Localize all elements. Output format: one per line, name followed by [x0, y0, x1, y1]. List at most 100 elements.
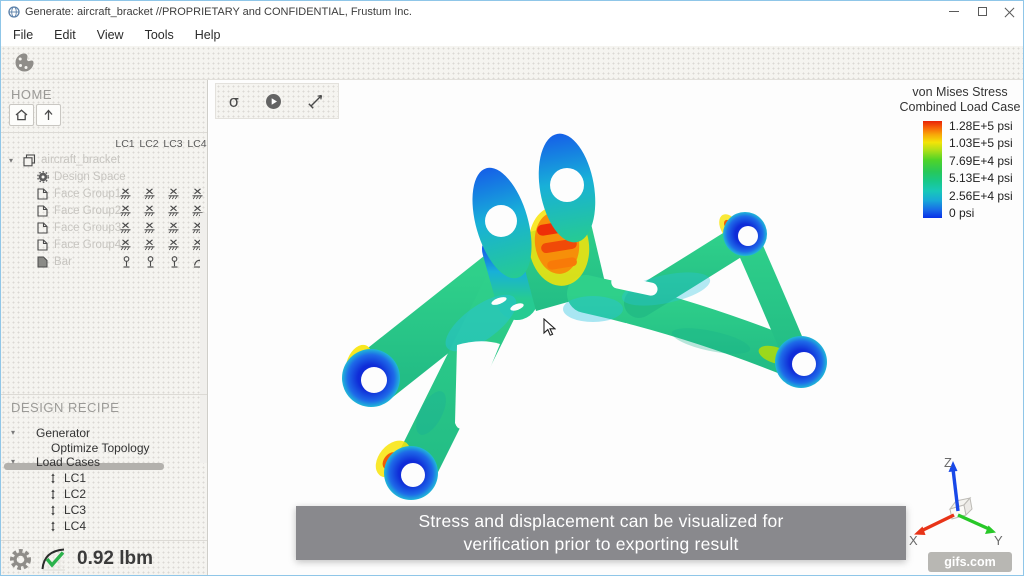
load-pin-icon — [49, 520, 57, 533]
watermark-badge: gifs.com — [928, 552, 1012, 572]
column-header-lc2: LC2 — [137, 138, 161, 150]
legend-tick: 1.03E+5 psi — [949, 136, 1013, 150]
z-axis-label: Z — [944, 455, 952, 470]
tree-row-bar[interactable]: Bar — [1, 254, 208, 271]
model-3d-view[interactable] — [331, 131, 891, 511]
left-panel: HOME LC1 LC2 LC3 LC4 ▾ aircraft_ — [1, 80, 208, 576]
recipe-row-load-cases[interactable]: ▾ Load Cases — [1, 454, 208, 470]
constraint-icon — [168, 188, 179, 200]
menu-help[interactable]: Help — [186, 25, 230, 45]
column-header-lc3: LC3 — [161, 138, 185, 150]
constraint-icon — [168, 239, 179, 251]
legend-tick: 5.13E+4 psi — [949, 171, 1013, 185]
mass-value: 0.92 lbm — [77, 548, 153, 570]
collapse-arrow-icon[interactable]: ▾ — [11, 457, 15, 466]
tree-row-aircraft-bracket[interactable]: ▾ aircraft_bracket — [1, 152, 208, 169]
legend-subtitle: Combined Load Case — [895, 100, 1024, 114]
caption-line2: verification prior to exporting result — [463, 533, 738, 556]
title-bar: Generate: aircraft_bracket //PROPRIETARY… — [1, 1, 1023, 23]
axis-triad: Z X Y — [906, 453, 1006, 558]
face-group-icon — [37, 205, 48, 217]
maximize-button[interactable] — [968, 1, 997, 22]
constraint-icon — [168, 222, 179, 234]
constraint-icon — [120, 188, 131, 200]
stress-sigma-icon[interactable]: σ — [229, 92, 239, 111]
gear-icon[interactable] — [9, 548, 32, 571]
convergence-check-icon — [39, 545, 69, 574]
app-window: Generate: aircraft_bracket //PROPRIETARY… — [0, 0, 1024, 576]
tree-row-face-group2[interactable]: Face Group2 — [1, 203, 208, 220]
collapse-arrow-icon[interactable]: ▾ — [9, 156, 13, 165]
load-pin-icon — [49, 504, 57, 517]
constraint-icon — [120, 222, 131, 234]
constraint-icon — [144, 188, 155, 200]
recipe-label: LC4 — [64, 519, 86, 533]
legend-tick: 2.56E+4 psi — [949, 189, 1013, 203]
caption-overlay: Stress and displacement can be visualize… — [296, 506, 906, 560]
home-icon — [15, 109, 28, 121]
x-axis-arrow — [921, 515, 954, 531]
bar-icon — [37, 256, 48, 268]
up-arrow-icon — [43, 109, 54, 121]
x-axis-label: X — [909, 533, 918, 548]
constraint-icon — [192, 188, 203, 200]
analysis-toolbar: σ — [215, 83, 339, 119]
play-icon[interactable] — [265, 93, 282, 110]
viewport-3d[interactable]: σ von Mises Stress Combined Load Case 1.… — [209, 80, 1024, 576]
constraint-icon — [144, 222, 155, 234]
menu-tools[interactable]: Tools — [136, 25, 183, 45]
menu-view[interactable]: View — [88, 25, 133, 45]
close-button[interactable] — [995, 1, 1024, 22]
up-level-button[interactable] — [36, 104, 61, 126]
menu-bar: File Edit View Tools Help — [1, 23, 1023, 46]
mouse-cursor — [543, 318, 556, 337]
face-group-icon — [37, 239, 48, 251]
window-title: Generate: aircraft_bracket //PROPRIETARY… — [25, 6, 412, 18]
legend-tick: 1.28E+5 psi — [949, 119, 1013, 133]
constraint-icon — [144, 205, 155, 217]
recipe-label: Optimize Topology — [51, 441, 150, 455]
minimize-icon — [949, 11, 959, 12]
recipe-label: LC2 — [64, 487, 86, 501]
recipe-row-lc2[interactable]: LC2 — [1, 486, 208, 502]
divider — [1, 132, 208, 133]
column-header-lc4: LC4 — [185, 138, 208, 150]
recipe-row-lc4[interactable]: LC4 — [1, 518, 208, 534]
app-icon — [8, 6, 20, 18]
recipe-row-lc3[interactable]: LC3 — [1, 502, 208, 518]
legend-tick: 0 psi — [949, 206, 1013, 220]
tree-row-face-group1[interactable]: Face Group1 — [1, 186, 208, 203]
mass-status-bar: 0.92 lbm — [1, 540, 208, 576]
displacement-icon[interactable] — [307, 92, 325, 110]
recipe-label: Load Cases — [36, 455, 100, 469]
home-section-title: HOME — [11, 87, 52, 102]
recipe-row-lc1[interactable]: LC1 — [1, 470, 208, 486]
legend-tick: 7.69E+4 psi — [949, 154, 1013, 168]
y-axis-arrow — [958, 515, 989, 529]
menu-edit[interactable]: Edit — [45, 25, 85, 45]
tree-row-face-group3[interactable]: Face Group3 — [1, 220, 208, 237]
tree-label: Design Space — [54, 171, 126, 183]
main-toolbar — [1, 46, 1023, 80]
minimize-button[interactable] — [939, 1, 968, 22]
tree-label: aircraft_bracket — [41, 154, 120, 166]
close-icon — [1004, 6, 1015, 17]
legend-title: von Mises Stress — [895, 85, 1024, 99]
y-axis-label: Y — [994, 533, 1003, 548]
face-group-icon — [37, 222, 48, 234]
palette-icon[interactable] — [14, 52, 35, 73]
tree-label: Face Group1 — [54, 188, 121, 200]
load-pin-icon — [49, 488, 57, 501]
design-recipe-title: DESIGN RECIPE — [11, 400, 119, 415]
constraint-icon — [144, 239, 155, 251]
collapse-arrow-icon[interactable]: ▾ — [11, 428, 15, 437]
tree-row-face-group4[interactable]: Face Group4 — [1, 237, 208, 254]
home-button[interactable] — [9, 104, 34, 126]
menu-file[interactable]: File — [4, 25, 42, 45]
recipe-label: LC3 — [64, 503, 86, 517]
constraint-icon — [168, 205, 179, 217]
legend-tick-labels: 1.28E+5 psi 1.03E+5 psi 7.69E+4 psi 5.13… — [949, 119, 1013, 220]
force-load-icon — [121, 256, 132, 269]
tree-row-design-space[interactable]: Design Space — [1, 169, 208, 186]
recipe-row-generator[interactable]: ▾ Generator — [1, 425, 208, 441]
